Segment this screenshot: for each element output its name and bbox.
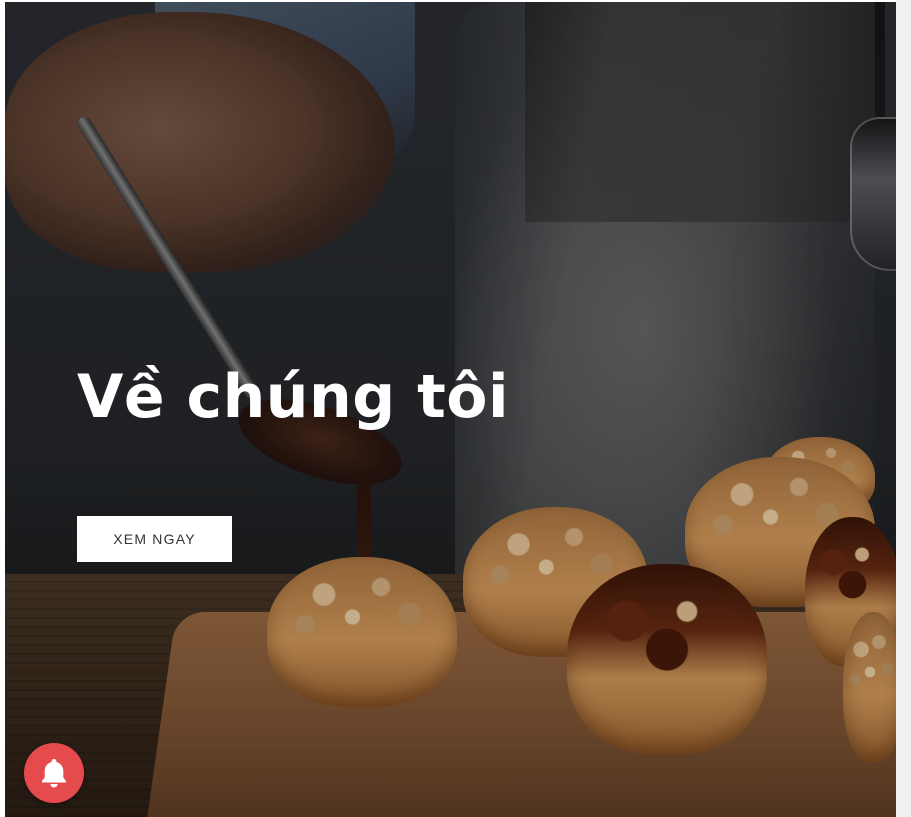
hero-title: Về chúng tôi: [77, 362, 510, 432]
view-now-button[interactable]: XEM NGAY: [77, 516, 232, 562]
bell-icon: [39, 757, 69, 789]
scrollbar[interactable]: [896, 0, 911, 817]
page: Về chúng tôi XEM NGAY: [0, 0, 911, 817]
notification-button[interactable]: [24, 743, 84, 803]
